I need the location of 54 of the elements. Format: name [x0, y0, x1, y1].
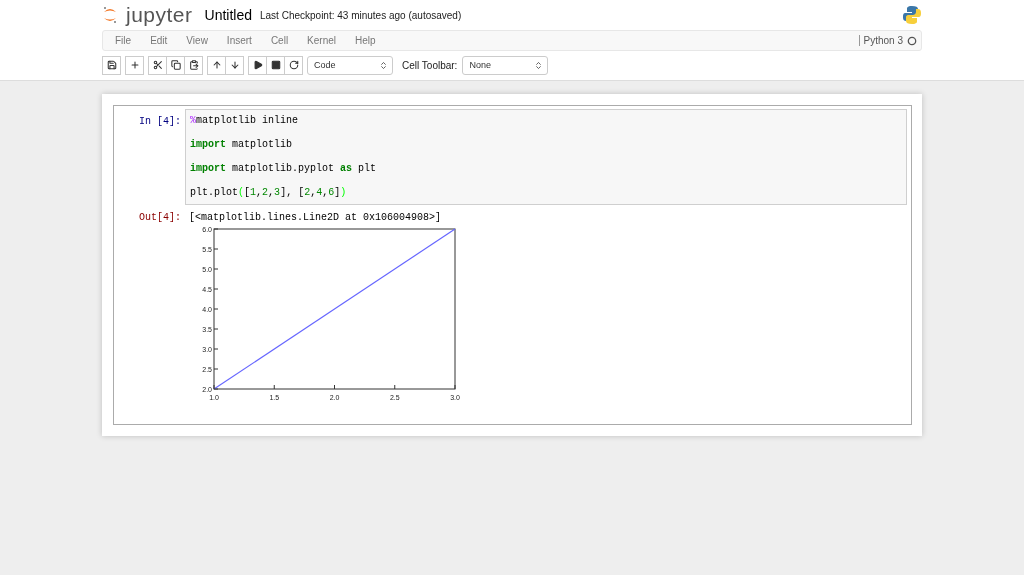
x-tick [273, 384, 275, 390]
checkpoint-text: Last Checkpoint: 43 minutes ago (autosaved) [260, 9, 463, 21]
menu-item[interactable]: Cell [270, 35, 300, 46]
cut-button[interactable] [148, 55, 167, 75]
save-button[interactable] [102, 55, 121, 75]
menu-item[interactable]: View [186, 35, 219, 46]
stop-icon [270, 60, 281, 70]
caret-icon [534, 60, 544, 70]
save-icon [106, 60, 117, 70]
run-icon [252, 60, 263, 70]
copy-button[interactable] [166, 55, 185, 75]
y-tick [213, 368, 219, 370]
cell-toolbar-select[interactable]: None [462, 55, 549, 75]
run-button[interactable] [248, 55, 267, 75]
down-icon [229, 60, 240, 70]
restart-button[interactable] [284, 55, 303, 75]
menu-item[interactable]: File [115, 35, 143, 46]
y-tick [213, 308, 219, 310]
output-text: [<matplotlib.lines.Line2D at 0x106004908>] [188, 211, 443, 223]
cell-toolbar-label: Cell Toolbar: [402, 59, 458, 71]
input-prompt: In [4]: [138, 115, 182, 129]
notebook-name[interactable]: Untitled [204, 7, 252, 23]
y-tick [213, 388, 219, 390]
x-tick [454, 384, 456, 390]
paste-icon [188, 60, 199, 70]
logo-icon [102, 6, 118, 24]
notebook-cell[interactable] [113, 105, 912, 425]
y-tick [213, 268, 219, 270]
menu-item[interactable]: Insert [226, 35, 263, 46]
kernel-name: Python 3 [858, 35, 903, 46]
restart-icon [288, 60, 299, 70]
cell-type-select[interactable]: Code [307, 55, 393, 75]
up-icon [211, 60, 222, 70]
x-tick [213, 384, 215, 390]
cut-icon [152, 60, 163, 70]
output-prompt: Out[4]: [138, 211, 182, 225]
menu-item[interactable]: Edit [150, 35, 179, 46]
add-icon [129, 60, 140, 70]
copy-icon [170, 60, 181, 70]
caret-icon [379, 60, 388, 70]
code-editor[interactable]: %matplotlib inline import matplotlib import matplotlib.pyplot as plt plt.plot([1,2,3], [2,4,6]) [185, 109, 907, 205]
y-tick [213, 328, 219, 330]
logo-text: jupyter [126, 3, 193, 27]
menu-item[interactable]: Help [355, 35, 387, 46]
y-tick [213, 288, 219, 290]
paste-button[interactable] [184, 55, 203, 75]
y-tick [213, 248, 219, 250]
y-tick [213, 348, 219, 350]
python-logo-icon [902, 5, 922, 25]
x-tick [334, 384, 335, 390]
stop-button[interactable] [266, 55, 285, 75]
y-tick [213, 228, 219, 230]
x-tick [394, 384, 396, 390]
menu-item[interactable]: Kernel [307, 35, 347, 46]
